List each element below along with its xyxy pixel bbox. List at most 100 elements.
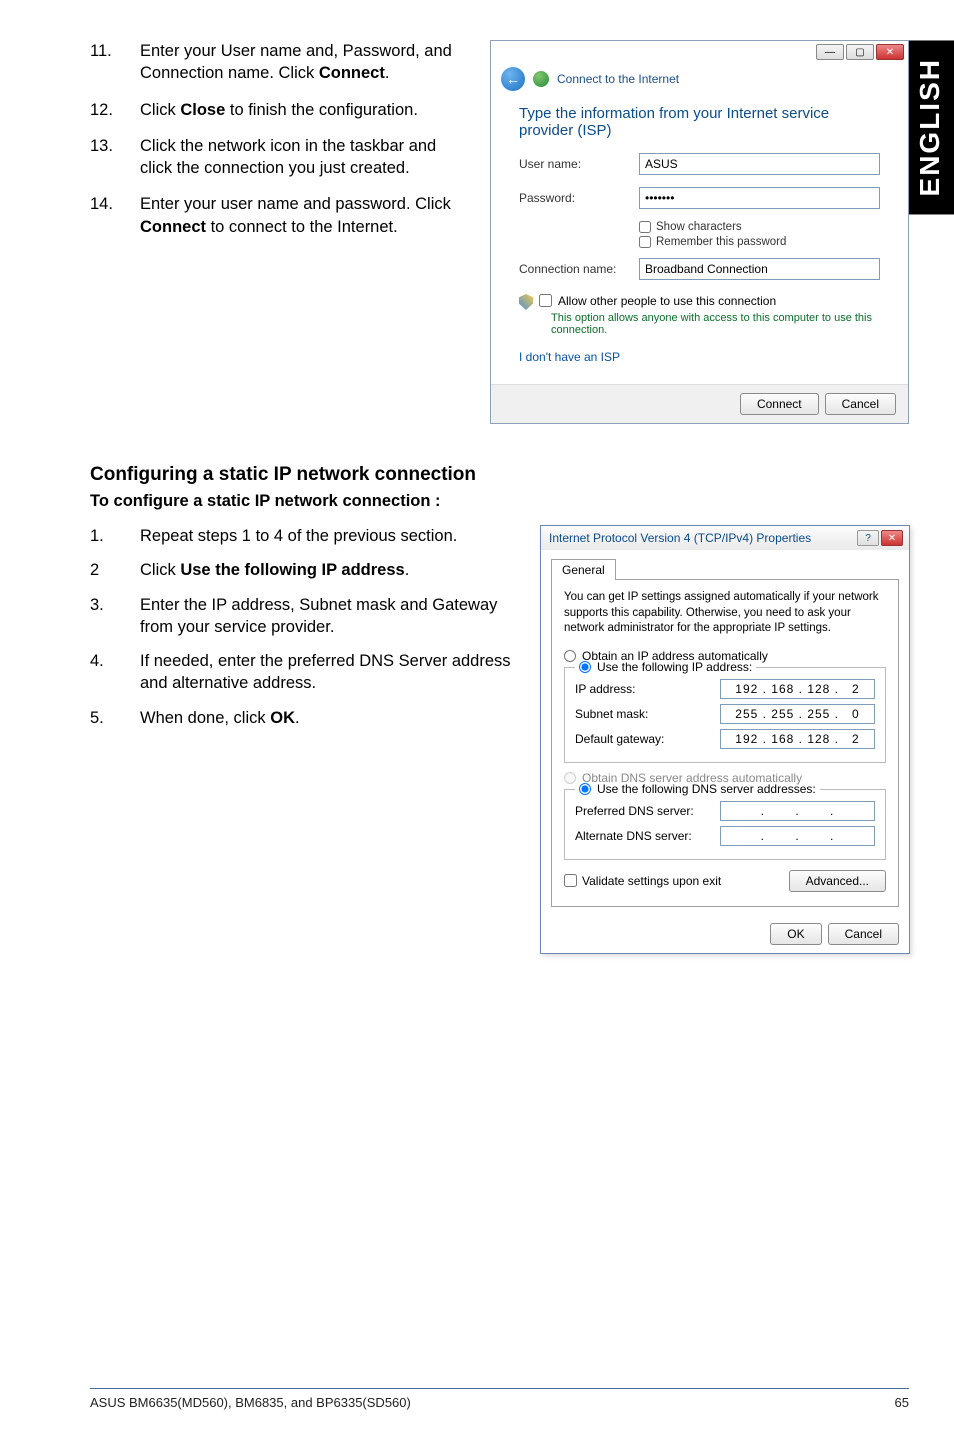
static-step-list: 1. Repeat steps 1 to 4 of the previous se… (90, 525, 520, 741)
window-title-bar: — ▢ ✕ (491, 41, 908, 63)
page-footer: ASUS BM6635(MD560), BM6835, and BP6335(S… (90, 1388, 909, 1410)
alternate-dns-input[interactable] (720, 826, 875, 846)
password-row: Password: (519, 187, 880, 209)
default-gateway-row: Default gateway: (575, 729, 875, 749)
step-item: 5. When done, click OK. (90, 707, 520, 729)
ipv4-info-text: You can get IP settings assigned automat… (564, 590, 886, 637)
allow-others-row: Allow other people to use this connectio… (519, 294, 880, 310)
no-isp-link[interactable]: I don't have an ISP (519, 350, 620, 364)
ip-address-input[interactable] (720, 679, 875, 699)
validate-label-wrap: Validate settings upon exit (564, 874, 721, 888)
validate-label: Validate settings upon exit (582, 874, 721, 888)
step-item: 14.Enter your user name and password. Cl… (90, 193, 462, 238)
dialog-header: ← Connect to the Internet (491, 63, 908, 101)
subnet-mask-row: Subnet mask: (575, 704, 875, 724)
default-gateway-label: Default gateway: (575, 732, 664, 746)
static-ip-heading: Configuring a static IP network connecti… (90, 464, 909, 486)
general-tab-pane: You can get IP settings assigned automat… (551, 579, 899, 907)
use-following-ip-radio[interactable] (579, 661, 591, 673)
connection-name-row: Connection name: (519, 258, 880, 280)
manual-dns-group: Use the following DNS server addresses: … (564, 789, 886, 860)
step-item: 13. Click the network icon in the taskbar… (90, 135, 462, 180)
dialog-heading: Type the information from your Internet … (519, 105, 880, 139)
dialog-header-text: Connect to the Internet (557, 72, 679, 86)
static-ip-subheading: To configure a static IP network connect… (90, 492, 909, 511)
ipv4-title-text: Internet Protocol Version 4 (TCP/IPv4) P… (549, 531, 811, 545)
preferred-dns-input[interactable] (720, 801, 875, 821)
step-text: Click the network icon in the taskbar an… (140, 135, 462, 180)
ip-address-row: IP address: (575, 679, 875, 699)
manual-ip-group: Use the following IP address: IP address… (564, 667, 886, 763)
connection-name-input[interactable] (639, 258, 880, 280)
password-input[interactable] (639, 187, 880, 209)
step-number: 14. (90, 193, 118, 238)
footer-model-text: ASUS BM6635(MD560), BM6835, and BP6335(S… (90, 1395, 411, 1410)
step-number: 1. (90, 525, 118, 547)
help-button[interactable]: ? (857, 530, 879, 546)
step-text: Click Use the following IP address. (140, 559, 520, 581)
step-text: If needed, enter the preferred DNS Serve… (140, 650, 520, 695)
allow-others-checkbox[interactable] (539, 294, 552, 307)
password-label: Password: (519, 191, 639, 205)
maximize-button[interactable]: ▢ (846, 44, 874, 60)
step-number: 13. (90, 135, 118, 180)
language-tab: ENGLISH (906, 40, 954, 214)
use-following-ip-row: Use the following IP address: (575, 660, 756, 674)
step-item: 3.Enter the IP address, Subnet mask and … (90, 594, 520, 639)
top-step-list: 11. Enter your User name and, Password, a… (90, 40, 470, 424)
ipv4-body: General You can get IP settings assigned… (541, 550, 909, 915)
dialog-body: Type the information from your Internet … (491, 101, 908, 372)
globe-icon (533, 71, 549, 87)
use-following-dns-row: Use the following DNS server addresses: (575, 782, 820, 796)
remember-password-row: Remember this password (639, 236, 880, 248)
username-row: User name: (519, 153, 880, 175)
close-button[interactable]: ✕ (876, 44, 904, 60)
ipv4-buttons: OK Cancel (541, 915, 909, 953)
step-number: 2 (90, 559, 118, 581)
show-characters-checkbox[interactable] (639, 221, 651, 233)
connect-internet-dialog: — ▢ ✕ ← Connect to the Internet Type the… (490, 40, 909, 424)
step-item: 4. If needed, enter the preferred DNS Ser… (90, 650, 520, 695)
advanced-button[interactable]: Advanced... (789, 870, 886, 892)
username-label: User name: (519, 157, 639, 171)
ipv4-title-bar: Internet Protocol Version 4 (TCP/IPv4) P… (541, 526, 909, 550)
connect-button[interactable]: Connect (740, 393, 819, 415)
subnet-mask-input[interactable] (720, 704, 875, 724)
validate-checkbox[interactable] (564, 874, 577, 887)
shield-icon (519, 294, 533, 310)
close-button[interactable]: ✕ (881, 530, 903, 546)
step-number: 11. (90, 40, 118, 85)
step-number: 12. (90, 99, 118, 121)
step-number: 5. (90, 707, 118, 729)
step-text: Repeat steps 1 to 4 of the previous sect… (140, 525, 520, 547)
preferred-dns-row: Preferred DNS server: (575, 801, 875, 821)
remember-password-checkbox[interactable] (639, 236, 651, 248)
back-icon[interactable]: ← (501, 67, 525, 91)
ip-address-label: IP address: (575, 682, 635, 696)
step-number: 4. (90, 650, 118, 695)
static-section: 1. Repeat steps 1 to 4 of the previous se… (90, 525, 909, 954)
general-tab[interactable]: General (551, 559, 616, 580)
cancel-button[interactable]: Cancel (825, 393, 896, 415)
username-input[interactable] (639, 153, 880, 175)
subnet-mask-label: Subnet mask: (575, 707, 648, 721)
preferred-dns-label: Preferred DNS server: (575, 804, 694, 818)
dialog-buttons: Connect Cancel (491, 384, 908, 423)
default-gateway-input[interactable] (720, 729, 875, 749)
show-characters-row: Show characters (639, 221, 880, 233)
obtain-ip-auto-radio[interactable] (564, 650, 576, 662)
cancel-button[interactable]: Cancel (828, 923, 899, 945)
step-text: When done, click OK. (140, 707, 520, 729)
remember-password-label: Remember this password (656, 236, 786, 248)
allow-others-label: Allow other people to use this connectio… (558, 294, 776, 308)
ok-button[interactable]: OK (770, 923, 821, 945)
step-text: Enter your User name and, Password, and … (140, 40, 462, 85)
use-following-dns-radio[interactable] (579, 783, 591, 795)
minimize-button[interactable]: — (816, 44, 844, 60)
alternate-dns-label: Alternate DNS server: (575, 829, 692, 843)
use-following-dns-label: Use the following DNS server addresses: (597, 782, 816, 796)
page-number: 65 (895, 1395, 909, 1410)
step-text: Click Close to finish the configuration. (140, 99, 462, 121)
show-characters-label: Show characters (656, 221, 742, 233)
connection-name-label: Connection name: (519, 262, 639, 276)
